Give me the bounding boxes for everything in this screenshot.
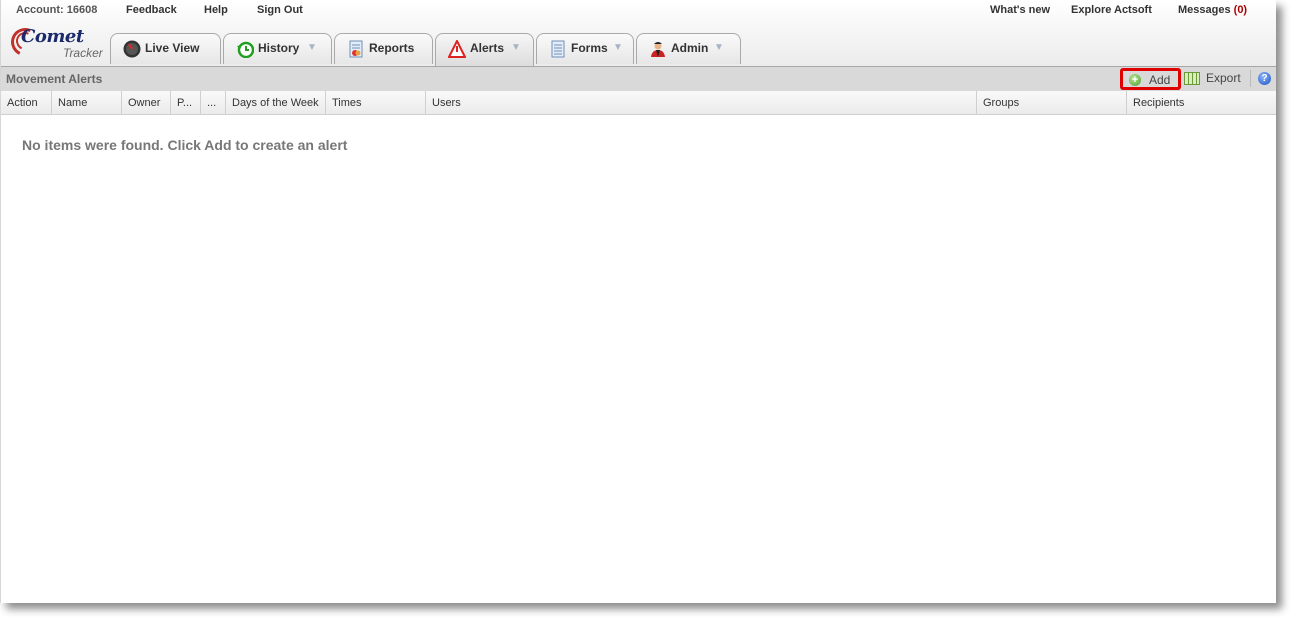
tab-reports[interactable]: Reports <box>334 33 433 64</box>
column-header-owner[interactable]: Owner <box>122 91 171 114</box>
table-header: Action Name Owner P... ... Days of the W… <box>1 91 1276 115</box>
column-header-recipients[interactable]: Recipients <box>1127 91 1277 114</box>
messages-label: Messages <box>1178 4 1231 16</box>
sign-out-link[interactable]: Sign Out <box>257 4 303 16</box>
warning-icon <box>448 40 466 58</box>
export-button[interactable]: Export <box>1184 70 1246 88</box>
tab-history[interactable]: History ▼ <box>223 33 332 64</box>
feedback-link[interactable]: Feedback <box>126 4 177 16</box>
column-header-name[interactable]: Name <box>52 91 122 114</box>
column-header-action[interactable]: Action <box>1 91 52 114</box>
top-bar: Account: 16608 Feedback Help Sign Out Wh… <box>1 0 1276 67</box>
chevron-down-icon: ▼ <box>307 42 317 53</box>
add-icon: + <box>1129 74 1141 86</box>
export-label: Export <box>1206 71 1241 85</box>
app-window: Account: 16608 Feedback Help Sign Out Wh… <box>0 0 1276 603</box>
page-title: Movement Alerts <box>6 72 103 86</box>
comet-tracker-logo[interactable]: Comet Tracker <box>7 24 106 62</box>
tab-alerts[interactable]: Alerts ▼ <box>435 33 534 67</box>
tab-label: Reports <box>369 41 415 55</box>
explore-actsoft-link[interactable]: Explore Actsoft <box>1071 4 1152 16</box>
chevron-down-icon: ▼ <box>511 42 521 53</box>
chevron-down-icon: ▼ <box>714 42 724 53</box>
panel-toolbar: Movement Alerts + Add Export ? <box>1 66 1276 91</box>
tab-label: Live View <box>145 41 200 55</box>
spreadsheet-icon <box>1184 72 1200 85</box>
column-header-times[interactable]: Times <box>326 91 426 114</box>
column-header-users[interactable]: Users <box>426 91 977 114</box>
add-label: Add <box>1149 73 1171 87</box>
help-icon[interactable]: ? <box>1258 72 1271 85</box>
logo-brand: Comet <box>21 26 84 47</box>
tab-label: Admin <box>671 41 709 55</box>
tab-admin[interactable]: Admin ▼ <box>636 33 741 64</box>
whats-new-link[interactable]: What's new <box>990 4 1050 16</box>
account-number: Account: 16608 <box>16 4 98 16</box>
logo-product: Tracker <box>63 46 103 60</box>
messages-count: (0) <box>1233 4 1248 16</box>
user-admin-icon <box>651 42 665 57</box>
report-icon <box>349 40 363 58</box>
tab-label: History <box>258 41 300 55</box>
tab-label: Forms <box>571 41 608 55</box>
add-button[interactable]: + Add <box>1120 68 1181 90</box>
clock-icon <box>237 41 254 58</box>
help-link[interactable]: Help <box>204 4 228 16</box>
column-header-ellipsis[interactable]: ... <box>201 91 226 114</box>
tab-live-view[interactable]: Live View <box>110 33 221 64</box>
speedometer-icon <box>123 40 141 58</box>
column-header-p[interactable]: P... <box>171 91 201 114</box>
empty-state-message: No items were found. Click Add to create… <box>22 137 348 153</box>
document-icon <box>551 40 565 58</box>
column-header-days-of-week[interactable]: Days of the Week <box>226 91 326 114</box>
messages-link[interactable]: Messages (0) <box>1178 4 1247 16</box>
chevron-down-icon: ▼ <box>613 42 623 53</box>
tab-forms[interactable]: Forms ▼ <box>536 33 634 64</box>
tab-label: Alerts <box>470 41 505 55</box>
toolbar-divider <box>1250 70 1251 87</box>
column-header-groups[interactable]: Groups <box>977 91 1127 114</box>
